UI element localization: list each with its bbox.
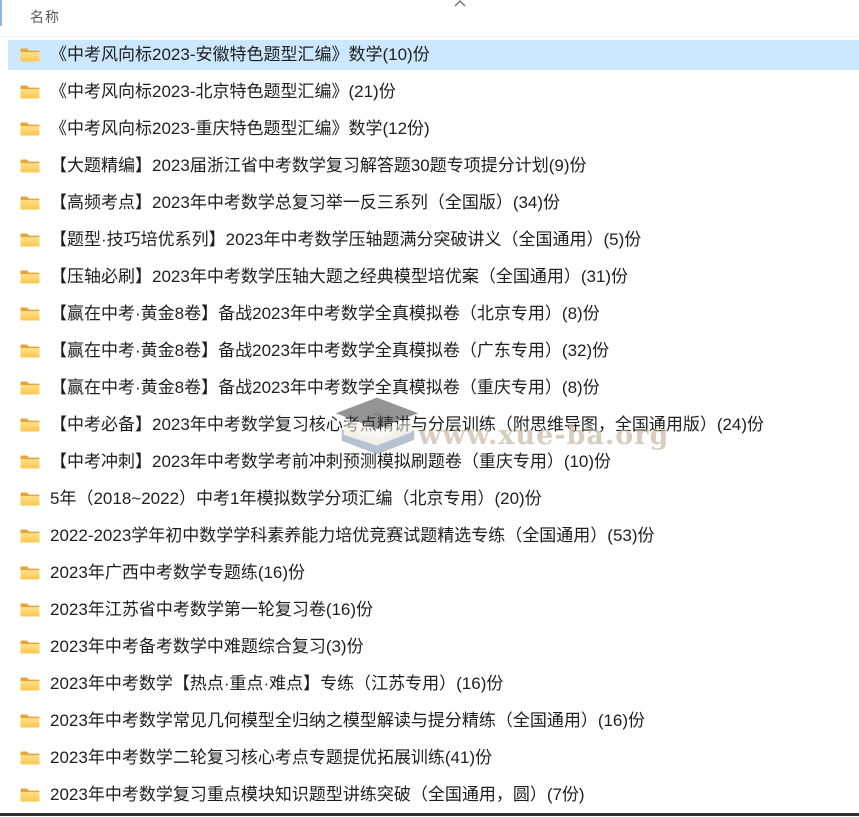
file-name: 2023年中考备考数学中难题综合复习(3)份 [50, 632, 364, 662]
file-row[interactable]: 【高频考点】2023年中考数学总复习举一反三系列（全国版）(34)份 [8, 188, 859, 218]
file-name: 2023年江苏省中考数学第一轮复习卷(16)份 [50, 595, 373, 625]
folder-icon [20, 380, 40, 396]
file-row[interactable]: 《中考风向标2023-北京特色题型汇编》(21)份 [8, 77, 859, 107]
file-name: 2022-2023学年初中数学学科素养能力培优竞赛试题精选专练（全国通用）(53… [50, 521, 655, 551]
file-name: 2023年中考数学二轮复习核心考点专题提优拓展训练(41)份 [50, 743, 492, 773]
file-name: 《中考风向标2023-北京特色题型汇编》(21)份 [50, 77, 396, 107]
folder-icon [20, 639, 40, 655]
file-row[interactable]: 【压轴必刷】2023年中考数学压轴大题之经典模型培优案（全国通用）(31)份 [8, 262, 859, 292]
file-row[interactable]: 2023年中考数学复习重点模块知识题型讲练突破（全国通用，圆）(7份) [8, 780, 859, 810]
folder-icon [20, 454, 40, 470]
file-row[interactable]: 《中考风向标2023-安徽特色题型汇编》数学(10)份 [8, 40, 859, 70]
file-row[interactable]: 2022-2023学年初中数学学科素养能力培优竞赛试题精选专练（全国通用）(53… [8, 521, 859, 551]
folder-icon [20, 602, 40, 618]
folder-icon [20, 232, 40, 248]
file-row[interactable]: 【赢在中考·黄金8卷】备战2023年中考数学全真模拟卷（广东专用）(32)份 [8, 336, 859, 366]
file-name: 【大题精编】2023届浙江省中考数学复习解答题30题专项提分计划(9)份 [50, 151, 587, 181]
folder-icon [20, 84, 40, 100]
folder-icon [20, 750, 40, 766]
folder-icon [20, 676, 40, 692]
file-row[interactable]: 2023年江苏省中考数学第一轮复习卷(16)份 [8, 595, 859, 625]
folder-icon [20, 417, 40, 433]
file-name: 2023年中考数学【热点·重点·难点】专练（江苏专用）(16)份 [50, 669, 503, 699]
file-name: 【赢在中考·黄金8卷】备战2023年中考数学全真模拟卷（北京专用）(8)份 [50, 299, 600, 329]
file-row[interactable]: 【题型·技巧培优系列】2023年中考数学压轴题满分突破讲义（全国通用）(5)份 [8, 225, 859, 255]
folder-icon [20, 528, 40, 544]
file-name: 2023年中考数学复习重点模块知识题型讲练突破（全国通用，圆）(7份) [50, 780, 585, 810]
folder-icon [20, 269, 40, 285]
folder-icon [20, 713, 40, 729]
file-list: 《中考风向标2023-安徽特色题型汇编》数学(10)份 《中考风向标2023-北… [0, 40, 859, 817]
file-name: 5年（2018~2022）中考1年模拟数学分项汇编（北京专用）(20)份 [50, 484, 542, 514]
file-name: 【题型·技巧培优系列】2023年中考数学压轴题满分突破讲义（全国通用）(5)份 [50, 225, 641, 255]
file-row[interactable]: 【赢在中考·黄金8卷】备战2023年中考数学全真模拟卷（重庆专用）(8)份 [8, 373, 859, 403]
chevron-up-icon [452, 0, 468, 8]
folder-icon [20, 565, 40, 581]
file-row[interactable]: 2023年广西中考数学专题练(16)份 [8, 558, 859, 588]
file-row[interactable]: 2023年中考数学二轮复习核心考点专题提优拓展训练(41)份 [8, 743, 859, 773]
file-name: 【压轴必刷】2023年中考数学压轴大题之经典模型培优案（全国通用）(31)份 [50, 262, 628, 292]
folder-icon [20, 343, 40, 359]
folder-icon [20, 195, 40, 211]
name-column-label: 名称 [30, 7, 60, 27]
folder-icon [20, 121, 40, 137]
file-row[interactable]: 2023年中考备考数学中难题综合复习(3)份 [8, 632, 859, 662]
file-name: 【中考必备】2023年中考数学复习核心考点精讲与分层训练（附思维导图，全国通用版… [50, 410, 764, 440]
folder-icon [20, 787, 40, 803]
folder-icon [20, 47, 40, 63]
file-name: 2023年广西中考数学专题练(16)份 [50, 558, 305, 588]
file-name: 《中考风向标2023-安徽特色题型汇编》数学(10)份 [50, 40, 430, 70]
name-column-header[interactable]: 名称 [0, 0, 859, 37]
file-row[interactable]: 【大题精编】2023届浙江省中考数学复习解答题30题专项提分计划(9)份 [8, 151, 859, 181]
folder-icon [20, 306, 40, 322]
file-row[interactable]: 5年（2018~2022）中考1年模拟数学分项汇编（北京专用）(20)份 [8, 484, 859, 514]
file-name: 2023年中考数学常见几何模型全归纳之模型解读与提分精练（全国通用）(16)份 [50, 706, 645, 736]
folder-icon [20, 158, 40, 174]
file-row[interactable]: 2023年中考数学【热点·重点·难点】专练（江苏专用）(16)份 [8, 669, 859, 699]
file-name: 【中考冲刺】2023年中考数学考前冲刺预测模拟刷题卷（重庆专用）(10)份 [50, 447, 611, 477]
file-name: 【高频考点】2023年中考数学总复习举一反三系列（全国版）(34)份 [50, 188, 560, 218]
file-row[interactable]: 【赢在中考·黄金8卷】备战2023年中考数学全真模拟卷（北京专用）(8)份 [8, 299, 859, 329]
file-row[interactable]: 2023年中考数学常见几何模型全归纳之模型解读与提分精练（全国通用）(16)份 [8, 706, 859, 736]
file-row[interactable]: 【中考必备】2023年中考数学复习核心考点精讲与分层训练（附思维导图，全国通用版… [8, 410, 859, 440]
file-row[interactable]: 《中考风向标2023-重庆特色题型汇编》数学(12份) [8, 114, 859, 144]
file-name: 【赢在中考·黄金8卷】备战2023年中考数学全真模拟卷（广东专用）(32)份 [50, 336, 609, 366]
file-name: 《中考风向标2023-重庆特色题型汇编》数学(12份) [50, 114, 430, 144]
file-name: 【赢在中考·黄金8卷】备战2023年中考数学全真模拟卷（重庆专用）(8)份 [50, 373, 600, 403]
file-row[interactable]: 【中考冲刺】2023年中考数学考前冲刺预测模拟刷题卷（重庆专用）(10)份 [8, 447, 859, 477]
folder-icon [20, 491, 40, 507]
